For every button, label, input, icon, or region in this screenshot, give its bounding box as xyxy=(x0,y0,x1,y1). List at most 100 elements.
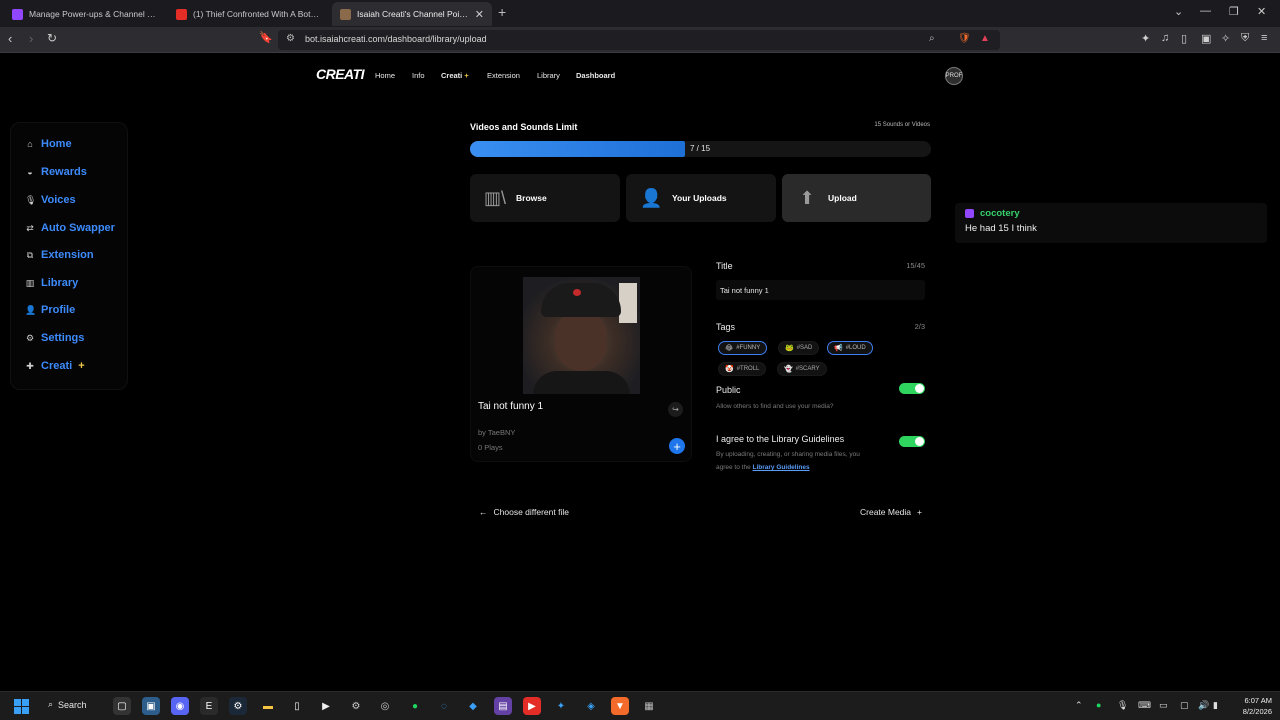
nav-info[interactable]: Info xyxy=(412,71,425,80)
bookmark-icon[interactable]: 🔖 xyxy=(259,31,273,44)
microphone-tray-icon[interactable]: 🎙 xyxy=(1117,700,1128,711)
settings-app-icon[interactable]: ⚙ xyxy=(347,697,365,715)
tag-troll[interactable]: 🤡 #TROLL xyxy=(718,362,767,376)
app-icon[interactable]: ▦ xyxy=(640,697,658,715)
sidebar-item-rewards[interactable]: ◒ Rewards xyxy=(25,166,87,178)
title-char-count: 15/45 xyxy=(906,261,925,270)
sidebar-item-home[interactable]: ⌂ Home xyxy=(25,138,71,150)
thumbnail-window xyxy=(619,283,637,323)
creati-logo[interactable]: CREATI xyxy=(316,66,365,82)
steam-icon[interactable]: ⚙ xyxy=(229,697,247,715)
profile-avatar[interactable]: PROF xyxy=(945,67,963,85)
battery-tray-icon[interactable]: ▮ xyxy=(1213,700,1218,711)
taskbar-search[interactable]: ⌕ Search xyxy=(48,699,87,710)
menu-icon[interactable]: ≡ xyxy=(1261,32,1267,44)
add-media-button[interactable]: + xyxy=(669,438,685,454)
upload-tab[interactable]: ⬆ Upload xyxy=(782,174,931,222)
clock-date: 8/2/2026 xyxy=(1242,707,1272,716)
tag-sad[interactable]: 🐸 #SAD xyxy=(778,341,820,355)
zoom-search-icon[interactable]: ⌕ xyxy=(929,33,935,44)
back-button[interactable]: ‹ xyxy=(8,31,12,46)
epic-games-icon[interactable]: E xyxy=(200,697,218,715)
sidebar-item-voices[interactable]: 🎙 Voices xyxy=(25,194,76,206)
tag-scary[interactable]: 👻 #SCARY xyxy=(777,362,827,376)
url-text[interactable]: bot.isaiahcreati.com/dashboard/library/u… xyxy=(305,34,487,44)
media-thumbnail[interactable] xyxy=(523,277,640,394)
tab-search-chevron-icon[interactable]: ⌄ xyxy=(1174,5,1183,18)
browse-tab[interactable]: ▥\ Browse xyxy=(470,174,620,222)
reload-button[interactable]: ↻ xyxy=(47,31,57,45)
title-input[interactable] xyxy=(716,280,925,300)
photos-app-icon[interactable]: ▣ xyxy=(142,697,160,715)
brave-shield-icon[interactable]: 🛡 xyxy=(958,33,971,44)
maximize-button[interactable]: ❐ xyxy=(1229,5,1239,18)
arrow-left-icon: ← xyxy=(479,507,488,517)
brave-browser-icon[interactable]: ▼ xyxy=(611,697,629,715)
close-window-button[interactable]: ✕ xyxy=(1257,5,1266,18)
network-tray-icon[interactable]: ▢ xyxy=(1180,700,1189,711)
keyboard-tray-icon[interactable]: ⌨ xyxy=(1138,700,1151,711)
file-explorer-icon[interactable]: ▬ xyxy=(259,697,277,715)
url-field[interactable]: ⚙ bot.isaiahcreati.com/dashboard/library… xyxy=(278,30,1000,50)
brave-rewards-icon[interactable]: ▲ xyxy=(980,33,990,44)
volume-tray-icon[interactable]: 🔊 xyxy=(1198,700,1209,711)
task-view-icon[interactable]: ▢ xyxy=(113,697,131,715)
dashboard-sidebar: ⌂ Home ◒ Rewards 🎙 Voices ⇄ Auto Swapper ⧉ Ex… xyxy=(10,122,128,390)
notepad-icon[interactable]: ▯ xyxy=(288,697,306,715)
new-tab-button[interactable]: + xyxy=(498,4,506,20)
nav-library[interactable]: Library xyxy=(537,71,560,80)
tag-emoji: 🐸 xyxy=(785,345,794,352)
sidebar-item-library[interactable]: ▥ Library xyxy=(25,277,79,289)
system-clock[interactable]: 6:07 AM 8/2/2026 xyxy=(1226,695,1272,717)
agree-toggle[interactable] xyxy=(899,436,925,447)
app-icon[interactable]: ✦ xyxy=(552,697,570,715)
close-tab-icon[interactable]: ✕ xyxy=(475,8,484,21)
store-app-icon[interactable]: ◆ xyxy=(464,697,482,715)
nav-dashboard[interactable]: Dashboard xyxy=(576,71,615,80)
your-uploads-tab[interactable]: 👤 Your Uploads xyxy=(626,174,776,222)
tag-funny[interactable]: 😂 #FUNNY xyxy=(718,341,768,355)
nav-home[interactable]: Home xyxy=(375,71,395,80)
obs-icon[interactable]: ◎ xyxy=(376,697,394,715)
chrome-icon[interactable]: ◌ xyxy=(435,697,453,715)
media-player-icon[interactable]: ▶ xyxy=(317,697,335,715)
discord-icon[interactable]: ◉ xyxy=(171,697,189,715)
sidebar-item-auto-swapper[interactable]: ⇄ Auto Swapper xyxy=(25,222,115,234)
display-tray-icon[interactable]: ▭ xyxy=(1159,700,1168,711)
home-icon: ⌂ xyxy=(27,139,33,149)
media-icon[interactable]: ♫ xyxy=(1161,32,1169,44)
app-icon[interactable]: ◈ xyxy=(582,697,600,715)
create-media-button[interactable]: Create Media + xyxy=(860,507,922,517)
spotify-tray-icon[interactable]: ● xyxy=(1096,700,1101,710)
browser-tab[interactable]: (1) Thief Confronted With A Bottle Dr xyxy=(168,2,328,26)
browser-tab-active[interactable]: Isaiah Creati's Channel Point Bot ✕ xyxy=(332,2,492,26)
public-toggle[interactable] xyxy=(899,383,925,394)
choose-different-file-button[interactable]: ← Choose different file xyxy=(479,507,569,517)
sidebar-item-creati[interactable]: ✚ Creati + xyxy=(25,360,84,372)
wallet-icon[interactable]: ▣ xyxy=(1201,32,1211,45)
nav-creati[interactable]: Creati + xyxy=(441,71,469,80)
twitch-app-icon[interactable]: ▤ xyxy=(494,697,512,715)
tray-overflow-chevron-icon[interactable]: ⌃ xyxy=(1075,700,1083,711)
site-info-icon[interactable]: ⚙ xyxy=(286,33,295,44)
sidebar-item-profile[interactable]: 👤 Profile xyxy=(25,304,75,316)
forward-button[interactable]: › xyxy=(29,31,33,46)
library-guidelines-link[interactable]: Library Guidelines xyxy=(753,464,810,471)
minimize-button[interactable]: — xyxy=(1200,5,1211,17)
browser-tab[interactable]: Manage Power-ups & Channel Points xyxy=(4,2,166,26)
sidebar-item-extension[interactable]: ⧉ Extension xyxy=(25,249,94,261)
sidebar-toggle-icon[interactable]: ▯ xyxy=(1181,32,1187,45)
sidebar-item-settings[interactable]: ⚙ Settings xyxy=(25,332,84,344)
windows-start-icon[interactable] xyxy=(14,699,29,714)
media-title: Tai not funny 1 xyxy=(478,401,544,412)
nav-extension[interactable]: Extension xyxy=(487,71,520,80)
vpn-icon[interactable]: ⛨ xyxy=(1241,32,1249,45)
leo-ai-icon[interactable]: ✧ xyxy=(1221,32,1230,45)
tag-loud[interactable]: 📢 #LOUD xyxy=(827,341,873,355)
spotify-icon[interactable]: ● xyxy=(406,697,424,715)
extensions-icon[interactable]: ✦ xyxy=(1141,32,1150,45)
share-icon[interactable]: ↪ xyxy=(668,402,683,417)
youtube-app-icon[interactable]: ▶ xyxy=(523,697,541,715)
site-favicon-icon xyxy=(340,8,351,20)
sidebar-item-label: Profile xyxy=(41,304,76,316)
